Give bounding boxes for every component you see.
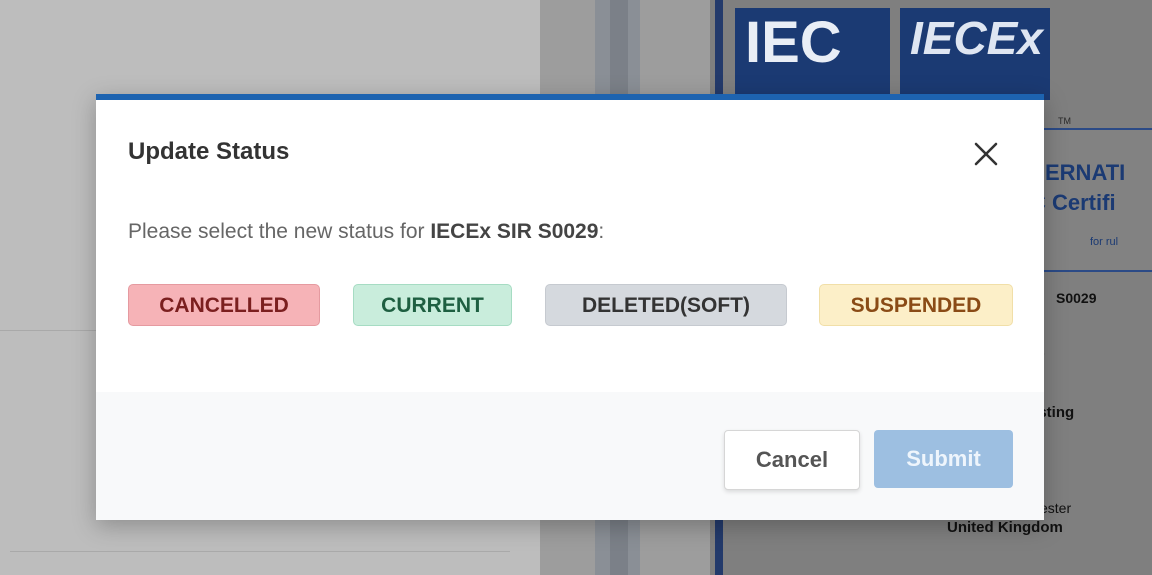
prompt-text: Please select the new status for — [128, 220, 431, 243]
update-status-dialog: Update Status Please select the new stat… — [96, 94, 1044, 520]
close-button[interactable] — [968, 136, 1004, 172]
certificate-heading-line1: ERNATI — [1045, 160, 1126, 185]
certificate-number: S0029 — [1056, 290, 1097, 306]
close-icon — [974, 142, 998, 166]
dialog-prompt: Please select the new status for IECEx S… — [128, 220, 604, 244]
dialog-title: Update Status — [128, 138, 290, 165]
status-option-cancelled[interactable]: CANCELLED — [128, 284, 320, 326]
prompt-suffix: : — [598, 220, 605, 243]
certificate-heading-line3: for rul — [1090, 236, 1119, 248]
trademark-mark: TM — [1058, 116, 1071, 126]
status-option-current[interactable]: CURRENT — [353, 284, 512, 326]
certificate-country: United Kingdom — [947, 519, 1063, 536]
iecex-logo: IECEx — [900, 8, 1050, 100]
divider — [10, 551, 510, 552]
cancel-button[interactable]: Cancel — [724, 430, 860, 490]
submit-button[interactable]: Submit — [874, 430, 1013, 488]
certificate-id: IECEx SIR S0029 — [430, 220, 599, 243]
iec-logo: IEC — [735, 8, 890, 100]
status-option-deleted-soft[interactable]: DELETED(SOFT) — [545, 284, 787, 326]
status-option-suspended[interactable]: SUSPENDED — [819, 284, 1013, 326]
certificate-city: ester — [1040, 500, 1072, 516]
